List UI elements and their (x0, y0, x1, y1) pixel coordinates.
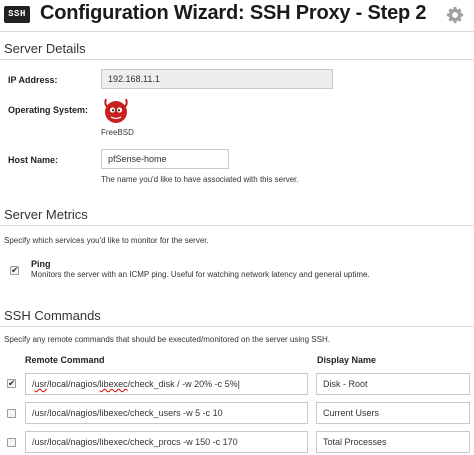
display-name-field[interactable]: Current Users (316, 402, 470, 424)
remote-command-column-header: Remote Command (25, 355, 105, 365)
wizard-header: SSH Configuration Wizard: SSH Proxy - St… (0, 0, 474, 30)
ssh-commands-description: Specify any remote commands that should … (4, 335, 330, 344)
display-name-field[interactable]: Disk - Root (316, 373, 470, 395)
section-divider (0, 59, 474, 60)
remote-command-field[interactable]: /usr/local/nagios/libexec/check_users -w… (25, 402, 308, 424)
command-row-checkbox[interactable]: ✔ (7, 378, 16, 388)
remote-command-field[interactable]: /usr/local/nagios/libexec/check_procs -w… (25, 431, 308, 453)
host-name-field[interactable]: pfSense-home (101, 149, 229, 169)
section-divider (0, 326, 474, 327)
gear-icon[interactable] (446, 6, 464, 24)
ssh-commands-heading: SSH Commands (4, 308, 101, 323)
freebsd-daemon-icon (104, 98, 128, 123)
server-metrics-heading: Server Metrics (4, 207, 88, 222)
ip-address-label: IP Address: (8, 75, 58, 85)
os-name-label: FreeBSD (101, 128, 134, 137)
host-name-help: The name you'd like to have associated w… (101, 175, 299, 184)
display-name-field[interactable]: Total Processes (316, 431, 470, 453)
remote-command-field[interactable]: /usr/local/nagios/libexec/check_disk / -… (25, 373, 308, 395)
ssh-logo: SSH (4, 6, 30, 23)
command-row-checkbox[interactable] (7, 409, 16, 418)
host-name-label: Host Name: (8, 155, 59, 165)
command-row-checkbox[interactable] (7, 438, 16, 447)
operating-system-label: Operating System: (8, 105, 89, 115)
display-name-column-header: Display Name (317, 355, 377, 365)
checkmark-icon: ✔ (11, 265, 19, 275)
ping-label: Ping (31, 259, 51, 269)
ping-checkbox[interactable]: ✔ (10, 265, 19, 275)
server-metrics-description: Specify which services you'd like to mon… (4, 236, 209, 245)
ping-description: Monitors the server with an ICMP ping. U… (31, 270, 370, 279)
ip-address-field[interactable]: 192.168.11.1 (101, 69, 333, 89)
server-details-heading: Server Details (4, 41, 86, 56)
header-divider (0, 31, 474, 32)
checkmark-icon: ✔ (8, 378, 16, 388)
page-title: Configuration Wizard: SSH Proxy - Step 2 (40, 2, 427, 24)
section-divider (0, 225, 474, 226)
